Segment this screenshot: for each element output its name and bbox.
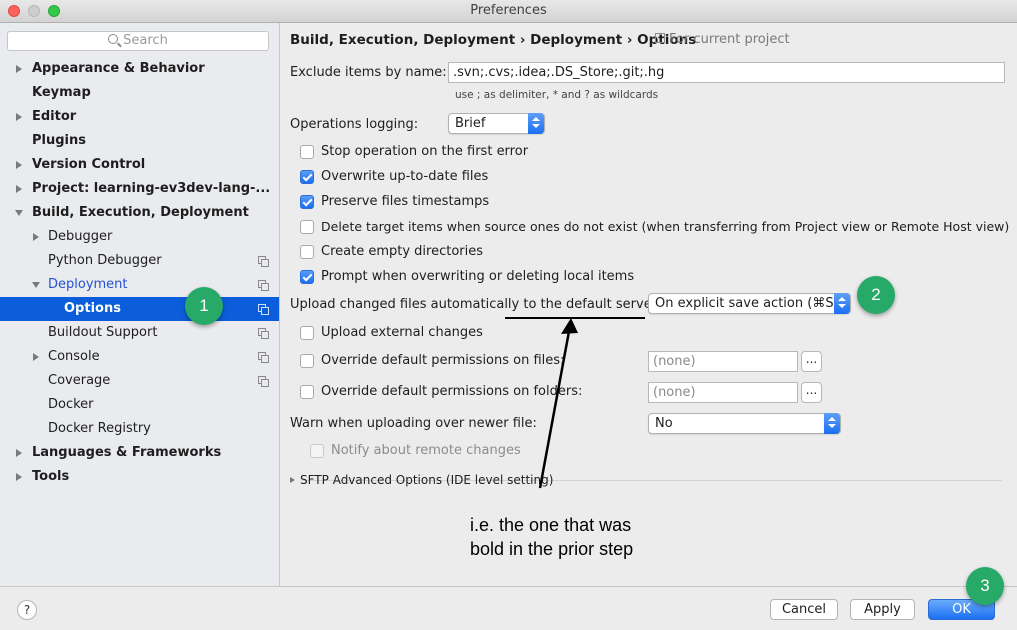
select-stepper-icon bbox=[834, 293, 850, 314]
preferences-window: Preferences Search Appearance & Behavior… bbox=[0, 0, 1017, 630]
project-scope-icon bbox=[655, 33, 665, 43]
sidebar-item-plugins[interactable]: Plugins bbox=[0, 129, 279, 153]
project-scope-icon bbox=[258, 376, 269, 387]
upload-changed-files-select[interactable]: On explicit save action (⌘S) bbox=[648, 293, 851, 314]
exclude-hint: use ; as delimiter, * and ? as wildcards bbox=[455, 89, 659, 101]
sidebar-item-appearance-behavior[interactable]: Appearance & Behavior bbox=[0, 57, 279, 81]
checkbox-checked[interactable] bbox=[300, 270, 314, 284]
project-scope-icon bbox=[258, 352, 269, 363]
expand-arrow-icon[interactable] bbox=[290, 477, 295, 483]
expand-arrow-icon[interactable] bbox=[16, 449, 22, 457]
expand-arrow-icon[interactable] bbox=[33, 233, 39, 241]
checkbox-checked[interactable] bbox=[300, 170, 314, 184]
upload-changed-files-label: Upload changed files automatically to th… bbox=[290, 297, 658, 312]
breadcrumb-build: Build, Execution, Deployment bbox=[290, 32, 516, 48]
settings-search-input[interactable]: Search bbox=[7, 31, 269, 51]
exclude-label: Exclude items by name: bbox=[290, 65, 447, 80]
expand-arrow-icon[interactable] bbox=[16, 113, 22, 121]
operations-logging-label: Operations logging: bbox=[290, 117, 419, 132]
checkbox-checked[interactable] bbox=[300, 195, 314, 209]
project-scope-icon bbox=[258, 328, 269, 339]
sidebar-item-keymap[interactable]: Keymap bbox=[0, 81, 279, 105]
file-permissions-input[interactable]: (none) bbox=[648, 351, 798, 372]
file-permissions-browse-button[interactable]: ... bbox=[801, 351, 822, 372]
expand-arrow-icon[interactable] bbox=[33, 353, 39, 361]
sidebar-item-console[interactable]: Console bbox=[0, 345, 279, 369]
exclude-items-input[interactable]: .svn;.cvs;.idea;.DS_Store;.git;.hg bbox=[448, 62, 1005, 83]
cancel-button[interactable]: Cancel bbox=[770, 599, 838, 620]
collapse-arrow-icon[interactable] bbox=[32, 282, 40, 288]
dialog-button-bar: ? Cancel Apply OK bbox=[0, 586, 1017, 630]
expand-arrow-icon[interactable] bbox=[16, 185, 22, 193]
sidebar-item-project[interactable]: Project: learning-ev3dev-lang-... bbox=[0, 177, 279, 201]
folder-permissions-input[interactable]: (none) bbox=[648, 382, 798, 403]
expand-arrow-icon[interactable] bbox=[16, 473, 22, 481]
options-panel: Build, Execution, Deployment › Deploymen… bbox=[280, 23, 1017, 586]
sidebar-item-python-debugger[interactable]: Python Debugger bbox=[0, 249, 279, 273]
sidebar-item-tools[interactable]: Tools bbox=[0, 465, 279, 489]
checkbox-unchecked[interactable] bbox=[300, 220, 314, 234]
expand-arrow-icon[interactable] bbox=[16, 65, 22, 73]
breadcrumb-separator: › bbox=[519, 32, 526, 48]
step-callout-3: 3 bbox=[966, 567, 1004, 605]
checkbox-unchecked[interactable] bbox=[300, 354, 314, 368]
checkbox-disabled[interactable] bbox=[310, 444, 324, 458]
sidebar-item-buildout-support[interactable]: Buildout Support bbox=[0, 321, 279, 345]
checkbox-unchecked[interactable] bbox=[300, 245, 314, 259]
sidebar-item-version-control[interactable]: Version Control bbox=[0, 153, 279, 177]
sidebar-item-docker-registry[interactable]: Docker Registry bbox=[0, 417, 279, 441]
title-bar: Preferences bbox=[0, 0, 1017, 23]
warn-uploading-label: Warn when uploading over newer file: bbox=[290, 416, 537, 431]
annotation-note-line-1: i.e. the one that was bbox=[470, 515, 632, 535]
annotation-note-line-2: bold in the prior step bbox=[470, 539, 634, 559]
select-stepper-icon bbox=[824, 413, 840, 434]
project-scope-icon bbox=[258, 280, 269, 291]
sidebar-item-build-execution-deployment[interactable]: Build, Execution, Deployment bbox=[0, 201, 279, 225]
warn-uploading-select[interactable]: No bbox=[648, 413, 841, 434]
apply-button[interactable]: Apply bbox=[850, 599, 915, 620]
folder-permissions-browse-button[interactable]: ... bbox=[801, 382, 822, 403]
operations-logging-select[interactable]: Brief bbox=[448, 113, 545, 134]
checkbox-unchecked[interactable] bbox=[300, 145, 314, 159]
search-placeholder: Search bbox=[123, 33, 168, 48]
step-callout-2: 2 bbox=[857, 276, 895, 314]
select-stepper-icon bbox=[528, 113, 544, 134]
checkbox-unchecked[interactable] bbox=[300, 326, 314, 340]
collapse-arrow-icon[interactable] bbox=[15, 210, 23, 216]
window-title: Preferences bbox=[470, 3, 547, 18]
breadcrumb: Build, Execution, Deployment › Deploymen… bbox=[290, 32, 696, 48]
search-icon bbox=[108, 34, 119, 44]
help-button[interactable]: ? bbox=[17, 600, 37, 620]
step-callout-1: 1 bbox=[185, 287, 223, 325]
breadcrumb-deployment: Deployment bbox=[530, 32, 623, 48]
sidebar-item-options[interactable]: Options bbox=[0, 297, 279, 321]
sidebar-item-coverage[interactable]: Coverage bbox=[0, 369, 279, 393]
project-scope-icon bbox=[258, 256, 269, 267]
sftp-advanced-options-toggle[interactable]: SFTP Advanced Options (IDE level setting… bbox=[290, 473, 553, 487]
scope-note: For current project bbox=[655, 32, 790, 47]
sidebar-item-deployment[interactable]: Deployment bbox=[0, 273, 279, 297]
expand-arrow-icon[interactable] bbox=[16, 161, 22, 169]
sidebar-item-editor[interactable]: Editor bbox=[0, 105, 279, 129]
sidebar-item-debugger[interactable]: Debugger bbox=[0, 225, 279, 249]
sidebar-item-languages-frameworks[interactable]: Languages & Frameworks bbox=[0, 441, 279, 465]
project-scope-icon bbox=[258, 304, 269, 315]
breadcrumb-separator: › bbox=[626, 32, 633, 48]
settings-sidebar: Search Appearance & Behavior Keymap Edit… bbox=[0, 23, 280, 586]
checkbox-unchecked[interactable] bbox=[300, 385, 314, 399]
annotation-note: i.e. the one that was bold in the prior … bbox=[470, 513, 633, 561]
sidebar-item-docker[interactable]: Docker bbox=[0, 393, 279, 417]
